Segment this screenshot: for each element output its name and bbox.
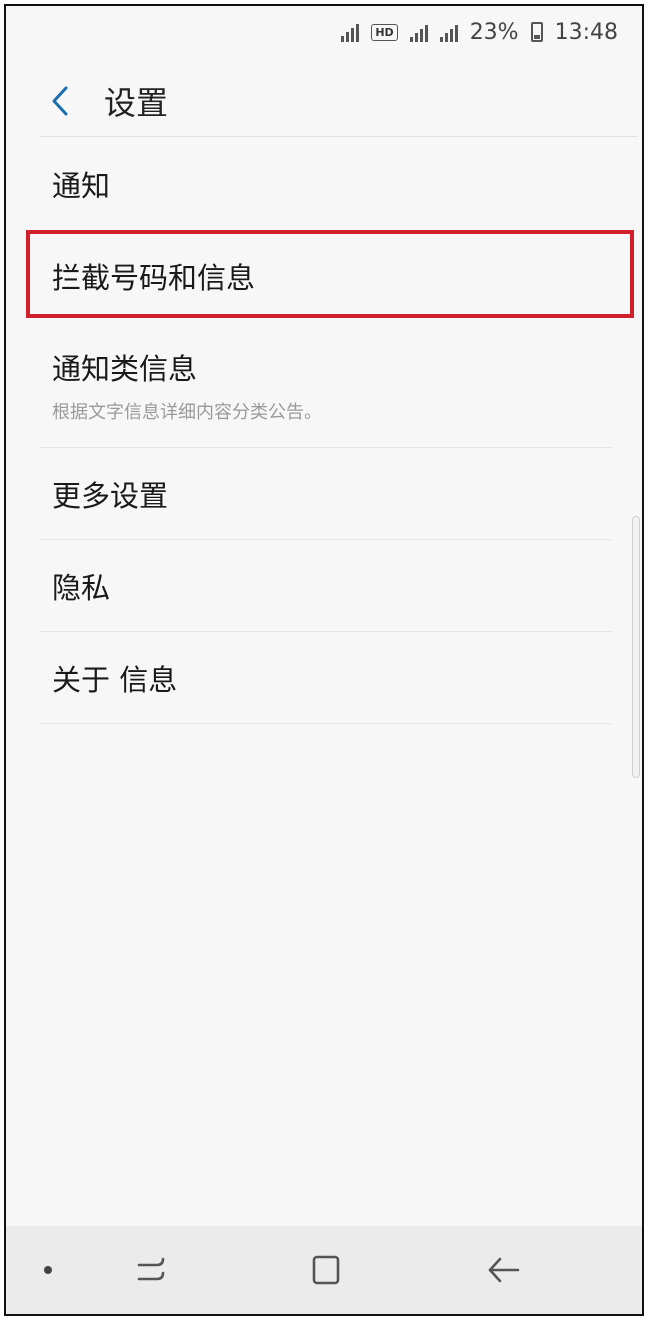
page-title: 设置 — [104, 84, 169, 122]
list-item-description: 根据文字信息详细内容分类公告。 — [52, 402, 322, 423]
signal-icon — [409, 22, 428, 42]
nav-back-button[interactable] — [482, 1248, 526, 1292]
recent-apps-button[interactable] — [130, 1248, 174, 1292]
phone-screen: HD 23% 13:48 设置 通知 拦截号码和信息 通知类信息 根据文字信息详… — [4, 4, 644, 1316]
divider — [40, 723, 612, 724]
back-arrow-icon — [488, 1257, 520, 1283]
recent-apps-icon — [137, 1257, 165, 1281]
list-item-notification-messages[interactable]: 通知类信息 根据文字信息详细内容分类公告。 — [6, 322, 642, 448]
clock: 13:48 — [554, 19, 618, 45]
list-item-label: 隐私 — [52, 571, 111, 605]
status-bar: HD 23% 13:48 — [6, 6, 642, 58]
home-icon — [312, 1255, 340, 1285]
chevron-left-icon — [52, 86, 68, 116]
wifi-icon — [341, 22, 360, 42]
list-item-block-numbers[interactable]: 拦截号码和信息 — [6, 230, 642, 322]
battery-icon — [530, 22, 543, 42]
back-button[interactable] — [40, 81, 80, 121]
header-divider — [40, 136, 638, 137]
list-item-label: 关于 信息 — [52, 663, 178, 697]
list-item-label: 拦截号码和信息 — [52, 261, 256, 295]
status-icons: HD 23% 13:48 — [341, 20, 618, 45]
home-button[interactable] — [304, 1248, 348, 1292]
list-item-label: 通知 — [52, 169, 111, 203]
list-item-about[interactable]: 关于 信息 — [6, 632, 642, 724]
hd-icon: HD — [371, 23, 398, 41]
scrollbar[interactable] — [632, 516, 640, 778]
list-item-privacy[interactable]: 隐私 — [6, 540, 642, 632]
list-item-more-settings[interactable]: 更多设置 — [6, 448, 642, 540]
signal-icon-2 — [439, 22, 458, 42]
list-item-label: 通知类信息 — [52, 352, 198, 386]
nav-dot-icon — [28, 1248, 68, 1292]
settings-list: 通知 拦截号码和信息 通知类信息 根据文字信息详细内容分类公告。 更多设置 隐私… — [6, 138, 642, 724]
battery-percent: 23% — [469, 19, 519, 45]
navigation-bar — [6, 1226, 642, 1314]
list-item-label: 更多设置 — [52, 479, 169, 513]
list-item-notifications[interactable]: 通知 — [6, 138, 642, 230]
app-header: 设置 — [6, 64, 642, 138]
